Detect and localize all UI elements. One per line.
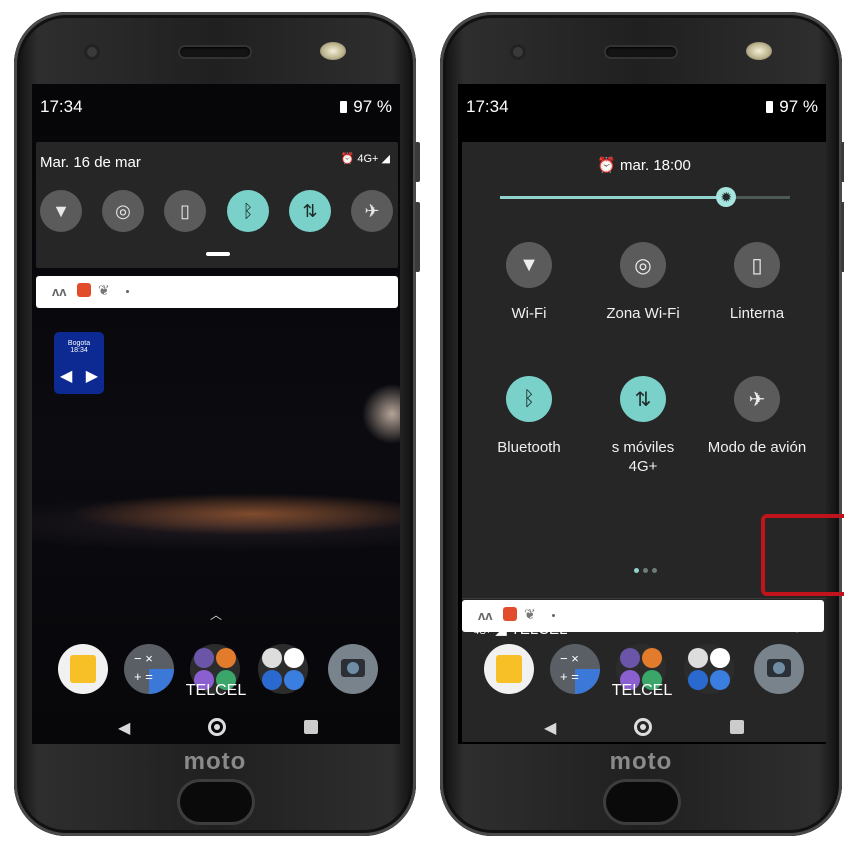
app-notification-icon [503, 607, 517, 621]
recents-button[interactable] [730, 720, 744, 734]
tile-hotspot[interactable]: ◎ [102, 190, 144, 232]
screen: 17:34 97 % Mar. 16 de mar ⏰ 4G+ ◢ ▼ ◎ ▯ … [32, 84, 400, 744]
battery-indicator: 97 % [766, 97, 818, 117]
tile-airplane[interactable]: ✈ [734, 376, 780, 422]
motorola-icon: ʌʌ [52, 284, 67, 299]
bluetooth-icon: ᛒ [242, 200, 254, 221]
moto-logo: moto [609, 748, 673, 775]
fingerprint-sensor[interactable] [606, 782, 678, 822]
tile-label-bluetooth: Bluetooth [497, 439, 561, 456]
page-indicator-dot[interactable] [643, 568, 648, 573]
battery-indicator: 97 % [340, 97, 392, 117]
recents-button[interactable] [304, 720, 318, 734]
earpiece-speaker [606, 47, 676, 57]
back-icon[interactable]: ◀ [544, 718, 556, 738]
expand-handle[interactable] [206, 252, 230, 256]
tile-wifi[interactable]: ▼ [40, 190, 82, 232]
phone-right: 17:34 97 % ⏰ mar. 18:00 ✹ ▼ ◎ ▯ Wi-Fi Zo… [440, 12, 844, 836]
hotspot-icon: ◎ [115, 200, 131, 221]
wifi-icon: ▼ [519, 253, 539, 276]
tile-bluetooth[interactable]: ᛒ [227, 190, 269, 232]
tile-bluetooth[interactable]: ᛒ [506, 376, 552, 422]
mobile-data-sublabel: 4G+ [628, 458, 658, 475]
divider [462, 598, 826, 599]
tile-mobile-data[interactable]: ⇅ [289, 190, 331, 232]
tile-label-flashlight: Linterna [729, 305, 785, 322]
app-drawer-chevron-icon[interactable]: ︿ [210, 606, 222, 623]
tile-flashlight[interactable]: ▯ [164, 190, 206, 232]
page-indicator-dot[interactable] [634, 568, 639, 573]
mobile-data-icon: ⇅ [634, 388, 652, 411]
status-bar: 17:34 97 % [458, 84, 826, 128]
folder-label: TELCEL [185, 682, 247, 699]
tile-hotspot[interactable]: ◎ [620, 242, 666, 288]
folder-label: TELCEL [611, 682, 673, 699]
app-notification-icon [77, 283, 91, 297]
notification-bar[interactable]: ʌʌ ❦ [36, 276, 398, 308]
battery-percent: 97 % [779, 97, 818, 116]
settings-highlight-box [761, 514, 844, 596]
prev-arrow-icon[interactable]: ◀ [60, 366, 72, 386]
leaf-icon: ❦ [524, 606, 536, 622]
next-alarm[interactable]: ⏰ mar. 18:00 [462, 156, 826, 174]
mobile-data-icon: ⇅ [302, 200, 318, 221]
page-indicator-dot[interactable] [652, 568, 657, 573]
leaf-icon: ❦ [98, 282, 110, 298]
status-icons: ⏰ 4G+ ◢ [340, 153, 390, 165]
brightness-fill [500, 196, 727, 199]
front-camera [510, 44, 526, 60]
back-icon[interactable]: ◀ [118, 718, 130, 738]
fingerprint-sensor[interactable] [180, 782, 252, 822]
screen: 17:34 97 % ⏰ mar. 18:00 ✹ ▼ ◎ ▯ Wi-Fi Zo… [458, 84, 826, 744]
home-button[interactable] [208, 718, 226, 736]
tile-label-mobile-data: s móviles 4G+ [583, 438, 703, 476]
phone-left: 17:34 97 % Mar. 16 de mar ⏰ 4G+ ◢ ▼ ◎ ▯ … [14, 12, 420, 836]
tile-mobile-data[interactable]: ⇅ [620, 376, 666, 422]
earpiece-speaker [180, 47, 250, 57]
clock: 17:34 [40, 97, 83, 116]
airplane-icon: ✈ [364, 200, 380, 221]
hotspot-icon: ◎ [634, 254, 652, 277]
airplane-icon: ✈ [748, 388, 766, 411]
clock: 17:34 [466, 97, 509, 116]
widget-time: 18:34 [70, 347, 88, 354]
next-arrow-icon[interactable]: ▶ [86, 366, 98, 386]
side-button[interactable] [415, 142, 420, 182]
wifi-icon: ▼ [52, 200, 70, 221]
tile-wifi[interactable]: ▼ [506, 242, 552, 288]
clock-widget[interactable]: Bogota 18:34 ◀ ▶ [54, 332, 104, 394]
date-label: Mar. 16 de mar [40, 154, 141, 171]
flashlight-icon: ▯ [751, 254, 763, 277]
quick-settings-panel: Mar. 16 de mar ⏰ 4G+ ◢ ▼ ◎ ▯ ᛒ ⇅ ✈ [36, 142, 398, 268]
battery-icon [340, 101, 348, 113]
battery-percent: 97 % [353, 97, 392, 116]
bluetooth-icon: ᛒ [523, 387, 535, 410]
front-flash [320, 42, 346, 60]
tile-label-hotspot: Zona Wi-Fi [606, 305, 680, 322]
network-type: 4G+ [357, 153, 379, 165]
tile-airplane[interactable]: ✈ [351, 190, 393, 232]
home-button[interactable] [634, 718, 652, 736]
more-dot-icon [552, 614, 555, 617]
moto-logo: moto [183, 748, 247, 775]
tile-label-wifi: Wi-Fi [511, 305, 547, 322]
tile-label-airplane: Modo de avión [707, 439, 807, 456]
flashlight-icon: ▯ [180, 200, 190, 221]
widget-city: Bogota [67, 340, 91, 347]
tile-flashlight[interactable]: ▯ [734, 242, 780, 288]
battery-icon [766, 101, 774, 113]
brightness-slider[interactable]: ✹ [500, 187, 790, 207]
front-flash [746, 42, 772, 60]
front-camera [84, 44, 100, 60]
notification-bar[interactable]: ʌʌ ❦ [462, 600, 824, 632]
more-dot-icon [126, 290, 129, 293]
alarm-label: mar. 18:00 [619, 157, 691, 174]
status-bar: 17:34 97 % [32, 84, 400, 128]
alarm-icon: ⏰ [597, 157, 616, 174]
mobile-data-label: s móviles [611, 439, 675, 456]
motorola-icon: ʌʌ [478, 608, 493, 623]
brightness-icon[interactable]: ✹ [716, 187, 737, 207]
volume-button[interactable] [415, 202, 420, 272]
